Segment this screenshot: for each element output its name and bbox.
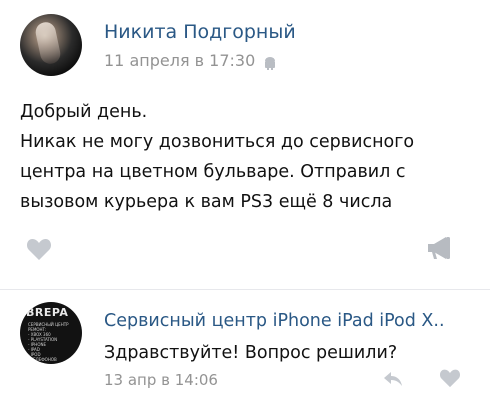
post-date[interactable]: 11 апреля в 17:30 xyxy=(104,51,255,70)
avatar-brand-text: BREPA xyxy=(26,306,69,319)
android-icon xyxy=(265,57,275,70)
post-text-line: центра на цветном бульваре. Отправил с xyxy=(20,162,406,182)
reply-date[interactable]: 13 апр в 14:06 xyxy=(104,371,218,389)
author-name[interactable]: Никита Подгорный xyxy=(104,21,296,43)
heart-icon[interactable] xyxy=(26,237,52,261)
post-text: Добрый день. Никак не могу дозвониться д… xyxy=(20,97,480,217)
avatar-line: - ТЕЛЕФОНОВ xyxy=(28,357,57,362)
reply-avatar[interactable]: BREPA СЕРВИСНЫЙ ЦЕНТР РЕМОНТ: - XBOX 360… xyxy=(20,302,82,364)
megaphone-icon[interactable] xyxy=(426,235,452,261)
heart-icon[interactable] xyxy=(439,368,461,388)
reply-arrow-icon[interactable] xyxy=(383,370,403,388)
reply-comment: BREPA СЕРВИСНЫЙ ЦЕНТР РЕМОНТ: - XBOX 360… xyxy=(20,302,480,398)
avatar-service-list: СЕРВИСНЫЙ ЦЕНТР РЕМОНТ: - XBOX 360 - PLA… xyxy=(28,322,76,362)
post-text-line: Добрый день. xyxy=(20,102,148,122)
post-text-line: вызовом курьера к вам PS3 ещё 8 числа xyxy=(20,192,393,212)
reply-author-name[interactable]: Сервисный центр iPhone iPad iPod X.. xyxy=(104,311,445,331)
reply-text: Здравствуйте! Вопрос решили? xyxy=(104,343,398,363)
post-text-line: Никак не могу дозвониться до сервисного xyxy=(20,132,415,152)
author-avatar[interactable] xyxy=(20,14,82,76)
divider xyxy=(0,289,490,290)
